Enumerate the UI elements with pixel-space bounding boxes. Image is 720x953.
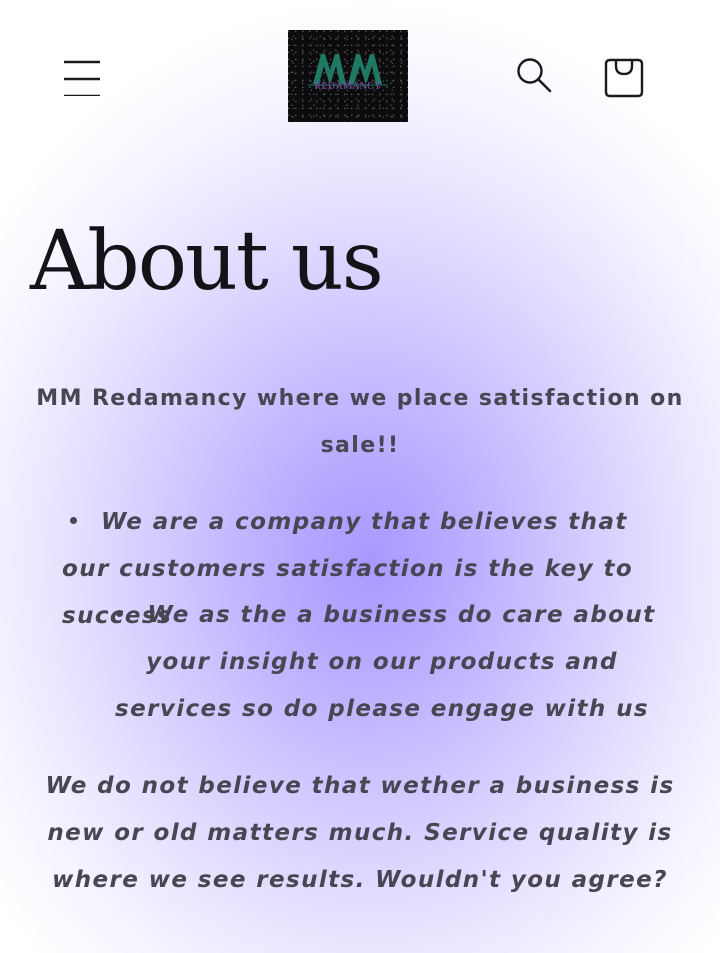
site-logo[interactable]: REDAMANCY [288,30,408,122]
logo-text: REDAMANCY [314,81,382,92]
search-button[interactable] [510,52,558,100]
cart-button[interactable] [600,52,648,100]
bullet-item-2: We as the a business do care about your … [92,592,672,733]
bullet-2-text: We as the a business do care about your … [115,602,656,722]
bullet-dot [70,517,77,524]
closing-text: We do not believe that wether a business… [45,773,675,893]
search-icon [517,58,552,93]
shopping-bag-icon [604,58,644,98]
intro-text: MM Redamancy where we place satisfaction… [36,386,684,458]
logo-mark [308,54,388,86]
menu-button[interactable] [56,52,104,100]
hamburger-menu-icon [64,60,100,96]
bullet-dot [116,610,124,617]
site-header: REDAMANCY [0,0,720,150]
page-title: About us [30,214,384,309]
